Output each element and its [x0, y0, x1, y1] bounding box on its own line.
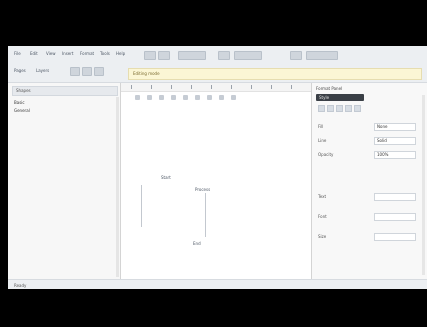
diagram-label-end[interactable]: End: [193, 241, 201, 246]
tab-style[interactable]: Style: [316, 94, 364, 101]
diagram-label-process[interactable]: Process: [195, 187, 210, 192]
menu-format[interactable]: Format: [80, 51, 94, 57]
property-fill-field[interactable]: None: [374, 123, 416, 131]
arrange-button[interactable]: [234, 51, 262, 60]
redo-button[interactable]: [158, 51, 170, 60]
menu-tools[interactable]: Tools: [100, 51, 110, 57]
shape-icon[interactable]: [207, 95, 212, 100]
property-line-field[interactable]: Solid: [374, 137, 416, 145]
color-swatch[interactable]: [354, 105, 361, 112]
tab-pages[interactable]: Pages: [14, 68, 26, 74]
format-panel-title: Format Panel: [316, 86, 343, 91]
ruler-tick: [231, 85, 232, 89]
property-fill-value: None: [377, 124, 388, 129]
menu-file[interactable]: File: [14, 51, 21, 57]
ruler-tick: [131, 85, 132, 89]
ruler-tick: [171, 85, 172, 89]
zoom-button[interactable]: [178, 51, 206, 60]
ruler-tick: [151, 85, 152, 89]
notice-text: Editing mode: [133, 71, 160, 76]
ruler-tick: [191, 85, 192, 89]
grid-icon[interactable]: [82, 67, 92, 76]
shape-icon[interactable]: [219, 95, 224, 100]
shape-search[interactable]: Shapes: [12, 86, 118, 96]
tab-style-label: Style: [319, 95, 330, 100]
left-scrollbar[interactable]: [116, 97, 119, 277]
connector-line[interactable]: [205, 193, 206, 237]
property-line-label: Line: [318, 138, 327, 143]
shape-icon[interactable]: [135, 95, 140, 100]
tab-layers[interactable]: Layers: [36, 68, 49, 74]
ruler-tick: [271, 85, 272, 89]
ruler-tick: [291, 85, 292, 89]
diagram-label-start[interactable]: Start: [161, 175, 171, 180]
color-swatch[interactable]: [318, 105, 325, 112]
shape-icon[interactable]: [231, 95, 236, 100]
property-line: Line Solid: [318, 137, 418, 145]
library-basic[interactable]: Basic: [14, 100, 25, 105]
menu-view[interactable]: View: [46, 51, 56, 57]
property-opacity-field[interactable]: 100%: [374, 151, 416, 159]
shape-icon[interactable]: [159, 95, 164, 100]
delete-button[interactable]: [218, 51, 230, 60]
notice-bar: Editing mode: [128, 68, 422, 80]
menu-edit[interactable]: Edit: [30, 51, 38, 57]
status-bar: Ready: [8, 279, 427, 289]
format-panel: Format Panel Style Fill None Line Solid …: [311, 83, 427, 289]
undo-button[interactable]: [144, 51, 156, 60]
connector-line[interactable]: [141, 185, 142, 227]
property-size-field[interactable]: [374, 233, 416, 241]
property-text: Text: [318, 193, 418, 201]
property-font-label: Font: [318, 214, 327, 219]
library-general[interactable]: General: [14, 108, 30, 113]
property-opacity-label: Opacity: [318, 152, 334, 157]
horizontal-ruler: [121, 83, 311, 92]
property-size-label: Size: [318, 234, 327, 239]
property-size: Size: [318, 233, 418, 241]
shape-icon[interactable]: [147, 95, 152, 100]
shape-library-title: Shapes: [16, 88, 31, 93]
menu-insert[interactable]: Insert: [62, 51, 73, 57]
shape-icon[interactable]: [195, 95, 200, 100]
property-text-field[interactable]: [374, 193, 416, 201]
shape-icon[interactable]: [183, 95, 188, 100]
property-text-label: Text: [318, 194, 327, 199]
property-fill-label: Fill: [318, 124, 324, 129]
property-fill: Fill None: [318, 123, 418, 131]
color-swatch[interactable]: [336, 105, 343, 112]
toolbar: File Edit View Insert Format Tools Help …: [8, 46, 427, 83]
color-swatches: [318, 105, 378, 112]
toolbar-node-strip: [135, 95, 245, 101]
status-text: Ready: [14, 283, 27, 288]
menu-bar: File Edit View Insert Format Tools Help: [8, 49, 427, 61]
property-opacity: Opacity 100%: [318, 151, 418, 159]
color-swatch[interactable]: [345, 105, 352, 112]
property-font-field[interactable]: [374, 213, 416, 221]
page-icon[interactable]: [70, 67, 80, 76]
diagram-canvas[interactable]: Start Process End: [121, 83, 311, 289]
link-icon[interactable]: [94, 67, 104, 76]
shape-library-panel: Shapes Basic General: [8, 83, 121, 289]
ruler-tick: [251, 85, 252, 89]
shape-icon[interactable]: [171, 95, 176, 100]
share-button[interactable]: [306, 51, 338, 60]
format-panel-scrollbar[interactable]: [422, 95, 425, 275]
property-font: Font: [318, 213, 418, 221]
ruler-tick: [211, 85, 212, 89]
application-window: File Edit View Insert Format Tools Help …: [8, 46, 427, 289]
property-opacity-value: 100%: [377, 152, 389, 157]
color-swatch[interactable]: [327, 105, 334, 112]
menu-help[interactable]: Help: [116, 51, 125, 57]
fullscreen-button[interactable]: [290, 51, 302, 60]
property-line-value: Solid: [377, 138, 387, 143]
